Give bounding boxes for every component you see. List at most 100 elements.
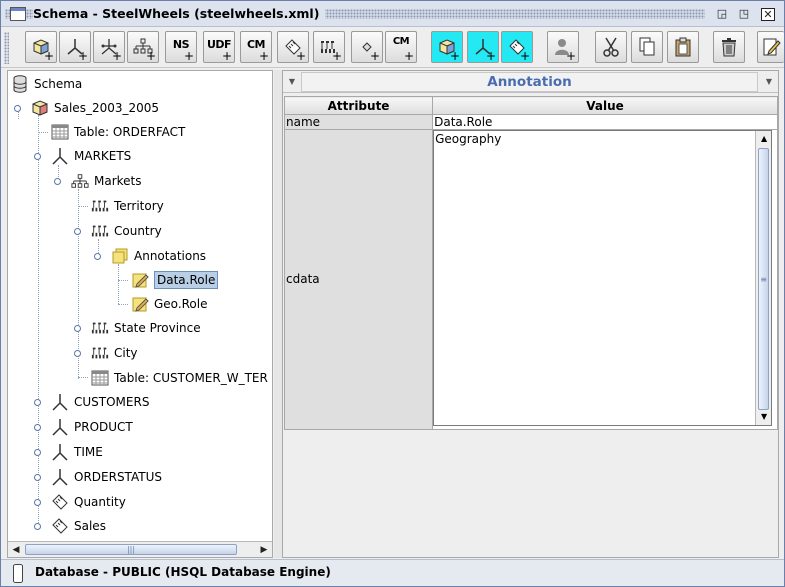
tree-node-annotations[interactable]: Annotations (111, 246, 206, 266)
tree-node-schema[interactable]: Schema (11, 74, 82, 94)
expand-toggle[interactable] (34, 153, 41, 160)
title-bar[interactable]: Schema - SteelWheels (steelwheels.xml) ◲… (1, 1, 784, 27)
expand-toggle[interactable] (14, 105, 21, 112)
annotation-note-icon (131, 295, 149, 313)
add-level-button[interactable]: + (313, 31, 345, 63)
dimension-icon (51, 147, 69, 165)
triangle-down-icon[interactable]: ▼ (762, 73, 776, 91)
cube-icon (31, 99, 49, 117)
cdata-text[interactable]: Geography (435, 133, 501, 146)
expand-toggle[interactable] (74, 325, 81, 332)
expand-toggle[interactable] (34, 523, 41, 530)
tree-node-cube[interactable]: Sales_2003_2005 (31, 98, 159, 118)
tree-node-level[interactable]: State Province (91, 318, 201, 338)
toolbar-grip[interactable] (4, 32, 9, 64)
tree-node-label: Quantity (74, 495, 126, 509)
tree-node-annotation[interactable]: Data.Role (131, 270, 219, 290)
expand-toggle[interactable] (54, 178, 61, 185)
annotation-title: Annotation (301, 72, 758, 92)
add-calculated-member-button[interactable]: CM + (240, 31, 272, 63)
plus-icon: + (369, 49, 380, 63)
expand-toggle[interactable] (34, 474, 41, 481)
cdata-vertical-scrollbar[interactable]: ▲ ≡ ▼ (755, 131, 772, 425)
add-named-set-button[interactable]: NS + (165, 31, 197, 63)
add-measure-button[interactable]: + (277, 31, 309, 63)
annotation-header: ▼ Annotation ▼ (283, 71, 778, 93)
value-cell[interactable]: Data.Role (432, 114, 778, 130)
expand-toggle[interactable] (34, 399, 41, 406)
scroll-thumb[interactable]: ||| (25, 544, 237, 555)
expand-toggle[interactable] (74, 350, 81, 357)
add-hierarchy-button[interactable]: + (127, 31, 159, 63)
tree-horizontal-scrollbar[interactable]: ◀ ||| ▶ (8, 541, 272, 557)
close-icon[interactable]: ✕ (761, 8, 775, 21)
level-icon (91, 319, 109, 337)
expand-toggle[interactable] (74, 228, 81, 235)
trash-icon (722, 38, 736, 57)
add-udf-button[interactable]: UDF + (203, 31, 235, 63)
tree-node-hierarchy[interactable]: Markets (71, 171, 142, 191)
tree-node-measure[interactable]: Quantity (51, 492, 126, 512)
plus-icon: + (183, 49, 194, 63)
plus-icon: + (145, 49, 156, 63)
tree-node-label: Table: CUSTOMER_W_TER (114, 371, 268, 385)
add-virtual-measure-button[interactable]: + (501, 31, 533, 63)
tree-node-table[interactable]: Table: CUSTOMER_W_TER (91, 368, 268, 388)
table-row[interactable]: cdata Geography ▲ ≡ ▼ (283, 129, 778, 430)
scroll-up-icon[interactable]: ▲ (757, 132, 771, 146)
add-dimension-usage-button[interactable]: + (93, 31, 125, 63)
tree-node-label: City (114, 346, 138, 360)
delete-button[interactable] (713, 31, 745, 63)
schema-tree[interactable]: Schema Sales_2003_2005 Table: ORDERFACT … (7, 70, 273, 558)
tree-node-measure[interactable]: Sales (51, 516, 106, 536)
tree-node-level[interactable]: City (91, 343, 138, 363)
tree-node-dimension[interactable]: CUSTOMERS (51, 392, 149, 412)
plus-icon: + (565, 49, 576, 63)
scroll-thumb[interactable]: ≡ (758, 148, 770, 410)
scroll-right-icon[interactable]: ▶ (257, 543, 271, 557)
expand-toggle[interactable] (34, 499, 41, 506)
cut-button[interactable] (595, 31, 627, 63)
schema-window: Schema - SteelWheels (steelwheels.xml) ◲… (0, 0, 785, 587)
tree-node-dimension[interactable]: ORDERSTATUS (51, 467, 162, 487)
add-calculated-member-property-button[interactable]: CM + (385, 31, 417, 63)
expand-toggle[interactable] (94, 253, 101, 260)
cdata-textarea[interactable]: Geography ▲ ≡ ▼ (433, 130, 773, 426)
pane-splitter[interactable] (274, 70, 282, 558)
copy-button[interactable] (631, 31, 663, 63)
status-bar: Database - PUBLIC (HSQL Database Engine) (1, 559, 784, 586)
value-column-header[interactable]: Value (432, 96, 778, 115)
tree-node-dimension[interactable]: PRODUCT (51, 417, 133, 437)
expand-toggle[interactable] (34, 449, 41, 456)
tree-node-annotation[interactable]: Geo.Role (131, 294, 207, 314)
maximize-icon[interactable]: ◳ (737, 8, 751, 21)
attribute-table: Attribute Value name Data.Role cdata Geo… (283, 96, 778, 430)
tree-node-label: Annotations (134, 249, 207, 263)
scroll-down-icon[interactable]: ▼ (757, 410, 771, 424)
tree-node-level[interactable]: Territory (91, 196, 164, 216)
scroll-left-icon[interactable]: ◀ (9, 543, 23, 557)
attribute-column-header[interactable]: Attribute (283, 96, 434, 115)
table-icon (51, 123, 69, 141)
add-dimension-button[interactable]: + (59, 31, 91, 63)
table-row[interactable]: name Data.Role (283, 114, 778, 130)
paste-button[interactable] (667, 31, 699, 63)
tree-connector (38, 132, 48, 133)
edit-button[interactable] (757, 31, 784, 63)
add-role-button[interactable]: + (547, 31, 579, 63)
add-cube-button[interactable]: + (25, 31, 57, 63)
triangle-down-icon[interactable]: ▼ (285, 73, 299, 91)
add-virtual-dimension-button[interactable]: + (467, 31, 499, 63)
add-property-button[interactable]: + (351, 31, 383, 63)
tree-connector (118, 264, 119, 304)
tree-node-table[interactable]: Table: ORDERFACT (51, 122, 185, 142)
value-cell[interactable]: Geography ▲ ≡ ▼ (432, 129, 778, 430)
plus-icon: + (221, 49, 232, 63)
tree-node-dimension[interactable]: MARKETS (51, 146, 131, 166)
expand-toggle[interactable] (34, 424, 41, 431)
add-virtual-cube-button[interactable]: + (431, 31, 463, 63)
tree-node-dimension[interactable]: TIME (51, 442, 103, 462)
tree-node-level[interactable]: Country (91, 221, 162, 241)
level-icon (91, 197, 109, 215)
restore-icon[interactable]: ◲ (715, 8, 729, 21)
